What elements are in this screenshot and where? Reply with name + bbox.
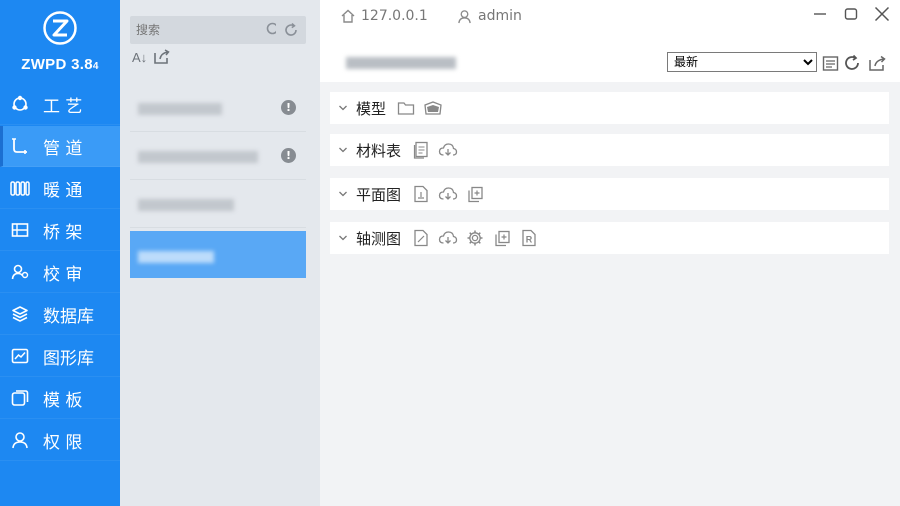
host-address: 127.0.0.1	[361, 8, 428, 24]
host-info: 127.0.0.1	[340, 8, 428, 24]
cloud-download-icon[interactable]	[437, 139, 459, 161]
list-view-button[interactable]	[821, 54, 839, 72]
nav-item-permission[interactable]: 权 限	[0, 420, 120, 461]
list-item-selected[interactable]	[130, 231, 306, 278]
redacted-name	[138, 103, 222, 115]
nav-label: 校 审	[43, 264, 83, 285]
reviewer-icon	[10, 262, 30, 282]
chevron-down-icon[interactable]	[338, 234, 350, 242]
section-plan[interactable]: 平面图	[330, 178, 889, 210]
warning-icon: !	[281, 148, 296, 163]
nav-item-craft[interactable]: 工 艺	[0, 84, 120, 125]
version-select[interactable]: 最新	[667, 52, 817, 72]
minimize-button[interactable]	[810, 4, 830, 24]
maximize-button[interactable]	[841, 4, 861, 24]
reload-button[interactable]	[843, 54, 861, 72]
user-icon	[10, 430, 30, 450]
nav-label: 工 艺	[43, 96, 83, 117]
radiator-icon	[10, 178, 30, 198]
chevron-down-icon[interactable]	[338, 190, 350, 198]
nav-item-database[interactable]: 数据库	[0, 294, 120, 335]
cloud-download-icon[interactable]	[437, 183, 459, 205]
home-icon	[341, 9, 355, 23]
nav-label: 权 限	[43, 432, 83, 453]
user-info: admin	[457, 8, 522, 24]
nav-item-template[interactable]: 模 板	[0, 378, 120, 419]
section-title: 模型	[356, 99, 387, 118]
section-model[interactable]: 模型	[330, 92, 889, 124]
open-box-icon[interactable]	[422, 97, 444, 119]
section-materials[interactable]: 材料表	[330, 134, 889, 166]
drawing-icon[interactable]	[410, 183, 432, 205]
warning-icon: !	[281, 100, 296, 115]
export-icon[interactable]	[153, 49, 171, 65]
cloud-download-icon[interactable]	[437, 227, 459, 249]
nav-label: 模 板	[43, 390, 83, 411]
redacted-name	[138, 151, 258, 163]
nav-label: 管 道	[43, 138, 83, 159]
nav-item-review[interactable]: 校 审	[0, 252, 120, 293]
minimize-icon	[814, 13, 826, 15]
copy-icon[interactable]	[491, 227, 513, 249]
workflow-icon	[10, 94, 30, 114]
brand: ZWPD 3.84	[0, 0, 120, 84]
chevron-down-icon[interactable]	[338, 104, 350, 112]
project-header: 最新	[320, 36, 900, 82]
drawing-icon[interactable]	[410, 227, 432, 249]
share-icon	[869, 55, 886, 71]
tray-icon	[10, 220, 30, 240]
search-box	[130, 16, 290, 44]
section-title: 平面图	[356, 185, 402, 204]
nav-label: 数据库	[43, 306, 94, 327]
section-title: 材料表	[356, 141, 402, 160]
r-file-icon[interactable]: R	[518, 227, 540, 249]
redacted-name	[138, 199, 234, 211]
layers-icon	[10, 304, 30, 324]
document-list-icon	[822, 55, 838, 71]
section-title: 轴测图	[356, 229, 402, 248]
nav-label: 桥 架	[43, 222, 83, 243]
sidebar: ZWPD 3.84 工 艺 管 道 暖 通 桥 架 校 审 数据库 图形库 模 …	[0, 0, 120, 506]
item-list-panel: A↓ ! !	[120, 0, 320, 506]
gear-icon[interactable]	[464, 227, 486, 249]
template-icon	[10, 388, 30, 408]
list-item[interactable]: !	[130, 132, 306, 180]
close-icon	[874, 6, 890, 22]
pipe-icon	[10, 136, 30, 156]
copy-icon[interactable]	[464, 183, 486, 205]
refresh-icon	[845, 54, 859, 70]
redacted-name	[138, 251, 214, 263]
nav-item-hvac[interactable]: 暖 通	[0, 168, 120, 209]
svg-text:R: R	[526, 235, 533, 245]
nav-label: 暖 通	[43, 180, 83, 201]
user-icon	[458, 9, 471, 23]
nav-item-graphics[interactable]: 图形库	[0, 336, 120, 377]
sort-az-button[interactable]: A↓	[132, 50, 147, 65]
list-item[interactable]: !	[130, 84, 306, 132]
share-button[interactable]	[868, 54, 886, 72]
list-tools: A↓	[132, 49, 171, 65]
top-bar: 127.0.0.1 admin	[320, 0, 900, 36]
maximize-icon	[844, 8, 858, 20]
folder-icon[interactable]	[395, 97, 417, 119]
refresh-icon	[285, 22, 297, 36]
detail-panel: 127.0.0.1 admin 最新 模型 材料表 平面图 轴测图 R	[320, 0, 900, 506]
redacted-project-name	[346, 57, 456, 69]
search-input[interactable]	[130, 16, 260, 44]
logo-icon	[43, 11, 77, 45]
list-item[interactable]	[130, 180, 306, 228]
username: admin	[478, 8, 522, 24]
nav-item-pipe[interactable]: 管 道	[0, 126, 120, 167]
section-isometric[interactable]: 轴测图 R	[330, 222, 889, 254]
nav-item-bridge[interactable]: 桥 架	[0, 210, 120, 251]
nav-label: 图形库	[43, 348, 94, 369]
brand-name: ZWPD 3.84	[21, 56, 99, 73]
chart-icon	[10, 346, 30, 366]
chevron-down-icon[interactable]	[338, 146, 350, 154]
document-icon[interactable]	[410, 139, 432, 161]
close-button[interactable]	[872, 4, 892, 24]
app-window: ZWPD 3.84 工 艺 管 道 暖 通 桥 架 校 审 数据库 图形库 模 …	[0, 0, 900, 506]
refresh-list-button[interactable]	[276, 16, 306, 44]
